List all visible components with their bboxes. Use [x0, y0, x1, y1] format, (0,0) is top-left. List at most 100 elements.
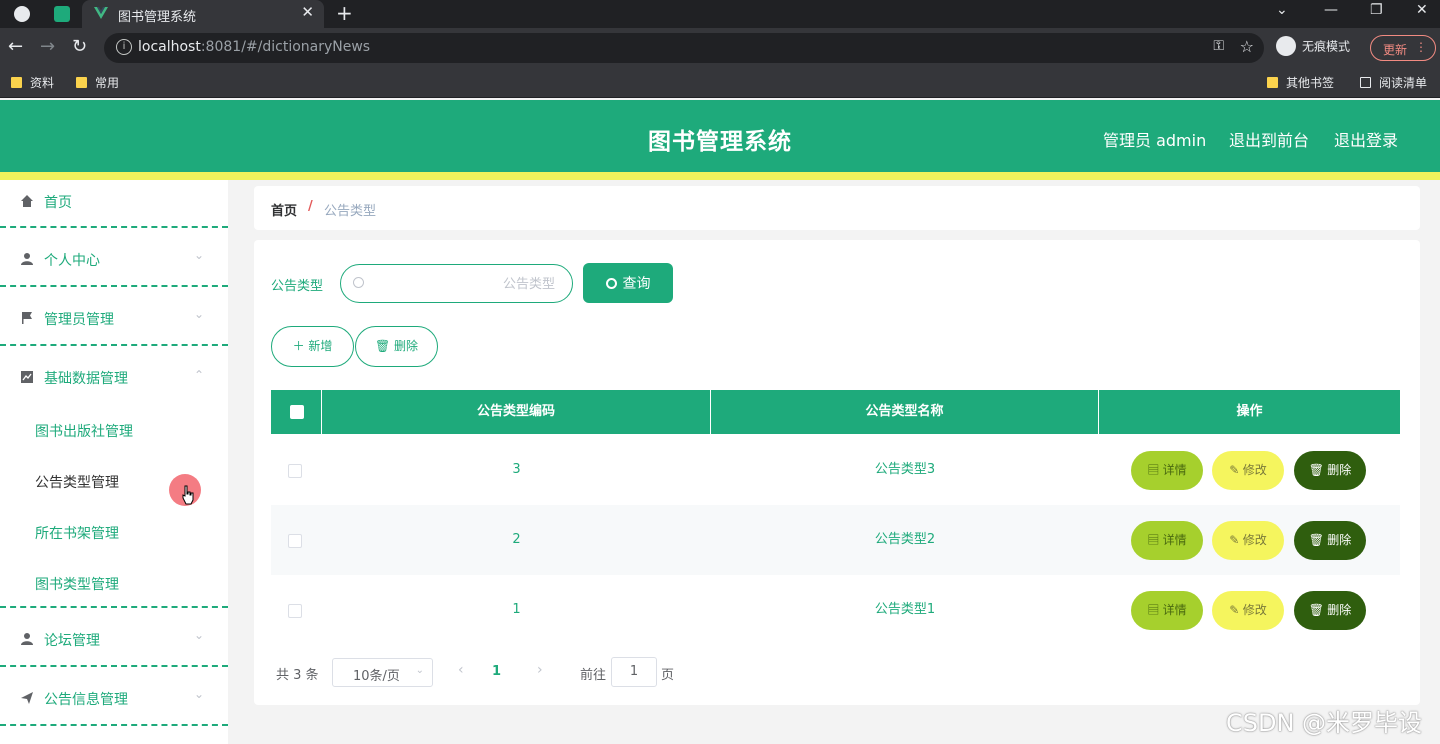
chevron-up-icon: ⌃	[194, 368, 205, 382]
browser-tab-bar: 图书管理系统 ✕ + ⌄ — ❐ ✕	[0, 0, 1440, 28]
incognito-indicator[interactable]: 无痕模式	[1276, 36, 1350, 60]
url-host: localhost	[138, 39, 201, 55]
cell-code: 1	[512, 602, 521, 617]
bookmark-star-icon[interactable]: ☆	[1240, 37, 1254, 56]
prev-page-icon[interactable]: ‹	[458, 662, 464, 678]
table-row: 3 公告类型3 ▤ 详情 ✎ 修改 🗑 删除	[271, 435, 1400, 505]
edit-button[interactable]: ✎ 修改	[1212, 521, 1284, 560]
add-button[interactable]: ＋ 新增	[271, 326, 354, 367]
window-close-icon[interactable]: ✕	[1416, 2, 1428, 18]
detail-button[interactable]: ▤ 详情	[1131, 451, 1203, 490]
chevron-down-icon: ⌄	[415, 665, 424, 676]
reading-list[interactable]: 阅读清单	[1360, 74, 1427, 91]
sidebar-divider	[0, 226, 228, 228]
back-icon[interactable]: ←	[8, 37, 23, 57]
browser-tab-active[interactable]: 图书管理系统 ✕	[82, 0, 324, 28]
folder-icon	[11, 77, 22, 88]
edit-button[interactable]: ✎ 修改	[1212, 591, 1284, 630]
table-row: 2 公告类型2 ▤ 详情 ✎ 修改 🗑 删除	[271, 505, 1400, 575]
jump-page-input[interactable]: 1	[611, 657, 657, 687]
row-checkbox[interactable]	[288, 464, 302, 478]
chevron-down-icon: ⌄	[194, 687, 205, 701]
breadcrumb-separator: /	[308, 199, 313, 214]
delete-button[interactable]: 🗑 删除	[1294, 591, 1366, 630]
sidebar-divider	[0, 344, 228, 346]
next-page-icon[interactable]: ›	[537, 662, 543, 678]
breadcrumb-home[interactable]: 首页	[271, 200, 297, 219]
pagination-total: 共 3 条	[276, 668, 319, 683]
logout-link[interactable]: 退出登录	[1334, 127, 1398, 151]
tab-close-icon[interactable]: ✕	[301, 3, 314, 21]
batch-delete-button[interactable]: 🗑 删除	[355, 326, 438, 367]
folder-icon	[1267, 77, 1278, 88]
folder-icon	[76, 77, 87, 88]
menu-dots-icon: ⋮	[1415, 40, 1427, 54]
user-icon	[21, 633, 33, 645]
detail-button[interactable]: ▤ 详情	[1131, 521, 1203, 560]
sidebar-divider	[0, 724, 228, 726]
cell-name: 公告类型1	[874, 602, 936, 617]
sidebar-divider	[0, 285, 228, 287]
table-row: 1 公告类型1 ▤ 详情 ✎ 修改 🗑 删除	[271, 575, 1400, 645]
header-name: 公告类型名称	[711, 390, 1099, 434]
tab-title: 图书管理系统	[118, 10, 197, 25]
mouse-cursor-highlight	[169, 474, 201, 506]
search-field[interactable]	[340, 264, 573, 303]
trash-icon: 🗑	[1308, 463, 1324, 477]
add-label: 新增	[308, 339, 333, 353]
row-checkbox[interactable]	[288, 604, 302, 618]
app-title: 图书管理系统	[648, 129, 792, 155]
chevron-down-icon: ⌄	[194, 248, 205, 262]
breadcrumb-current: 公告类型	[324, 204, 377, 219]
url-field[interactable]: i localhost:8081/#/dictionaryNews ⚿ ☆	[104, 33, 1264, 63]
select-all-checkbox[interactable]	[290, 405, 304, 419]
site-info-icon[interactable]: i	[116, 39, 132, 55]
minimize-icon[interactable]: —	[1324, 2, 1338, 18]
row-checkbox[interactable]	[288, 534, 302, 548]
tab-search-chevron-icon[interactable]: ⌄	[1276, 2, 1288, 18]
chevron-down-icon: ⌄	[194, 307, 205, 321]
hand-pointer-icon	[182, 485, 194, 505]
reload-icon[interactable]: ↻	[72, 37, 87, 57]
flag-icon	[22, 312, 32, 324]
jump-suffix: 页	[661, 668, 675, 683]
reading-list-icon	[1360, 77, 1371, 88]
edit-button[interactable]: ✎ 修改	[1212, 451, 1284, 490]
sidebar-subitem-notice-type[interactable]: 公告类型管理	[35, 472, 119, 492]
sidebar-subitem-book-type[interactable]: 图书类型管理	[35, 574, 119, 594]
pinned-tab-sheets-icon[interactable]	[54, 6, 70, 22]
delete-button[interactable]: 🗑 删除	[1294, 451, 1366, 490]
bookmark-folder-1[interactable]: 资料	[11, 74, 54, 91]
page-size-select[interactable]: 10条/页 ⌄	[332, 658, 433, 687]
sidebar-divider	[0, 606, 228, 608]
pinned-tab-icon[interactable]	[14, 6, 30, 22]
document-icon: ▤	[1147, 533, 1160, 547]
send-icon	[21, 692, 33, 704]
sidebar-subitem-publisher[interactable]: 图书出版社管理	[35, 421, 133, 441]
detail-button[interactable]: ▤ 详情	[1131, 591, 1203, 630]
exit-to-front-link[interactable]: 退出到前台	[1229, 127, 1309, 151]
search-input[interactable]	[371, 273, 563, 295]
header-accent-strip	[0, 172, 1440, 180]
key-icon[interactable]: ⚿	[1213, 38, 1224, 54]
sidebar-subitem-shelf[interactable]: 所在书架管理	[35, 523, 119, 543]
jump-prefix: 前往	[580, 668, 607, 683]
cell-name: 公告类型3	[874, 462, 936, 477]
current-page[interactable]: 1	[492, 664, 501, 679]
plus-icon: ＋	[292, 339, 305, 353]
breadcrumb: 首页 / 公告类型	[254, 186, 1420, 230]
search-icon	[353, 277, 364, 288]
bookmark-folder-2[interactable]: 常用	[76, 74, 119, 91]
search-label: 公告类型	[271, 279, 324, 294]
new-tab-icon[interactable]: +	[336, 1, 353, 25]
incognito-label: 无痕模式	[1302, 39, 1351, 54]
update-button[interactable]: 更新 ⋮	[1370, 35, 1436, 61]
restore-icon[interactable]: ❐	[1370, 2, 1383, 18]
home-icon	[21, 195, 33, 207]
forward-icon[interactable]: →	[40, 37, 55, 57]
delete-button[interactable]: 🗑 删除	[1294, 521, 1366, 560]
search-icon	[605, 278, 617, 289]
other-bookmarks[interactable]: 其他书签	[1267, 74, 1334, 91]
query-button[interactable]: 查询	[583, 263, 673, 303]
edit-icon: ✎	[1229, 463, 1240, 477]
